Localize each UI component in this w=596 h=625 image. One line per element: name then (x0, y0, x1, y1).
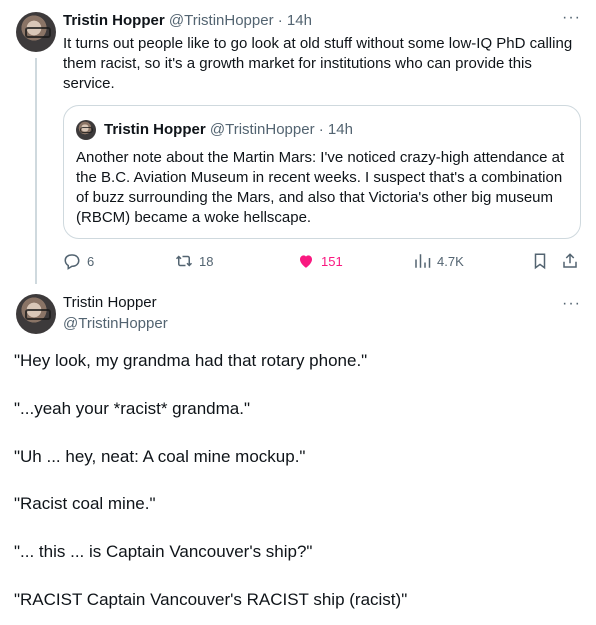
quoted-author-handle: @TristinHopper (209, 121, 315, 138)
thread-connector-line (35, 58, 37, 284)
like-count: 151 (321, 253, 343, 269)
views-count: 4.7K (437, 253, 464, 269)
author-handle[interactable]: @TristinHopper (169, 12, 274, 29)
quoted-tweet-text: Another note about the Martin Mars: I've… (76, 149, 565, 226)
views-button[interactable]: 4.7K (413, 252, 464, 270)
action-bar: 6 18 151 4.7K (63, 252, 583, 272)
quoted-tweet-card[interactable]: Tristin Hopper @TristinHopper · 14h Anot… (63, 105, 581, 239)
reply-count: 6 (87, 253, 95, 269)
bookmark-icon (534, 253, 546, 270)
share-icon (563, 253, 577, 268)
quoted-timestamp: 14h (327, 121, 353, 138)
heart-icon (300, 255, 312, 268)
avatar[interactable] (16, 294, 56, 334)
author-name[interactable]: Tristin Hopper (63, 12, 165, 29)
more-icon[interactable]: ··· (562, 296, 581, 312)
separator: · (277, 12, 283, 29)
more-icon[interactable]: ··· (562, 10, 581, 26)
quoted-author-name: Tristin Hopper (104, 121, 206, 138)
author-name[interactable]: Tristin Hopper (63, 293, 157, 313)
retweet-count: 18 (199, 253, 214, 269)
share-button[interactable] (561, 252, 579, 270)
tweet-paragraph: "...yeah your *racist* grandma." (14, 399, 251, 418)
tweet-text: It turns out people like to go look at o… (63, 35, 573, 92)
timestamp[interactable]: 14h (287, 12, 312, 29)
quoted-tweet-header: Tristin Hopper @TristinHopper · 14h (104, 120, 353, 140)
bookmark-button[interactable] (531, 252, 549, 270)
separator: · (318, 121, 324, 138)
reply-button[interactable]: 6 (63, 252, 94, 270)
tweet-paragraph: "... this ... is Captain Vancouver's shi… (14, 542, 313, 561)
tweet-header: Tristin Hopper @TristinHopper · 14h (63, 11, 312, 31)
tweet-paragraph: "RACIST Captain Vancouver's RACIST ship … (14, 590, 408, 609)
like-button[interactable]: 151 (297, 252, 343, 270)
avatar (76, 120, 96, 140)
retweet-icon (175, 255, 193, 267)
tweet-paragraph: "Uh ... hey, neat: A coal mine mockup." (14, 447, 306, 466)
tweet-paragraph: "Hey look, my grandma had that rotary ph… (14, 351, 368, 370)
author-handle[interactable]: @TristinHopper (63, 314, 168, 334)
tweet-paragraph: "Racist coal mine." (14, 494, 156, 513)
reply-icon (64, 254, 80, 270)
analytics-icon (415, 254, 431, 268)
avatar[interactable] (16, 12, 56, 52)
retweet-button[interactable]: 18 (175, 252, 213, 270)
